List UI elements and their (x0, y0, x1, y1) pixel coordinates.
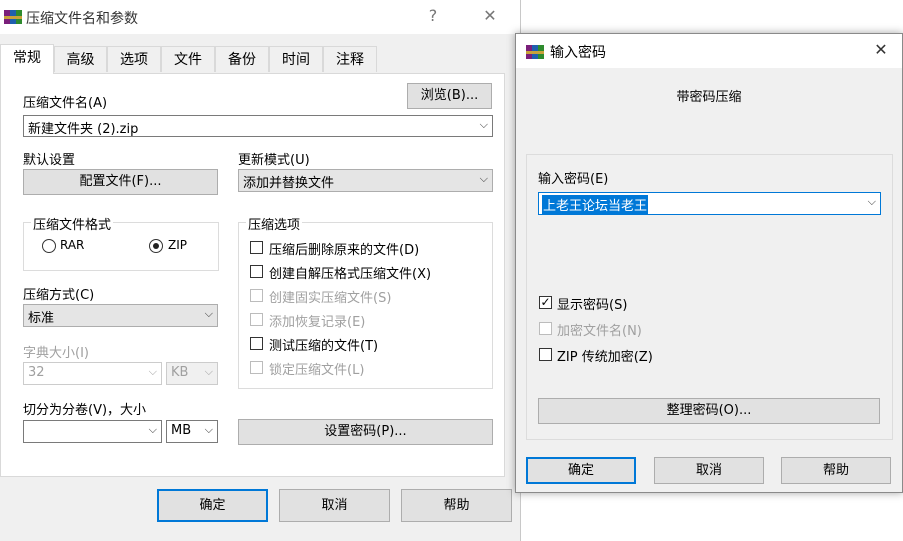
dictionary-unit-select: KB ⌵ (166, 362, 218, 385)
test-files-checkbox[interactable] (250, 337, 263, 350)
tab-files[interactable]: 文件 (161, 46, 215, 72)
chevron-down-icon[interactable]: ⌵ (149, 423, 157, 437)
recovery-record-checkbox (250, 313, 263, 326)
update-mode-value: 添加并替换文件 (243, 176, 335, 191)
archive-settings-dialog: 压缩文件名和参数 ? ✕ 常规 高级 选项 文件 备份 时间 注释 压缩文件名(… (0, 0, 521, 541)
chevron-down-icon: ⌵ (148, 365, 157, 378)
update-mode-select[interactable]: 添加并替换文件 ⌵ (238, 169, 493, 192)
password-cancel-button[interactable]: 取消 (654, 457, 764, 484)
password-input[interactable]: 上老王论坛当老王 ⌵ (538, 192, 881, 215)
main-dialog-title: 压缩文件名和参数 (26, 11, 138, 27)
tab-backup[interactable]: 备份 (215, 46, 269, 72)
radio-selected-dot (153, 243, 159, 249)
solid-archive-label: 创建固实压缩文件(S) (269, 291, 392, 306)
organize-passwords-button[interactable]: 整理密码(O)... (538, 398, 880, 424)
chevron-down-icon[interactable]: ⌵ (480, 118, 488, 132)
chevron-down-icon[interactable]: ⌵ (205, 307, 213, 321)
password-panel: 输入密码(E) 上老王论坛当老王 ⌵ ✓ 显示密码(S) 加密文件名(N) ZI… (526, 154, 893, 440)
ok-button[interactable]: 确定 (157, 489, 268, 522)
checkmark-icon: ✓ (540, 295, 551, 309)
password-label: 输入密码(E) (538, 172, 609, 187)
solid-archive-checkbox (250, 289, 263, 302)
show-password-label: 显示密码(S) (557, 298, 628, 313)
default-settings-label: 默认设置 (23, 153, 76, 168)
tab-advanced[interactable]: 高级 (54, 46, 107, 72)
format-rar-label: RAR (60, 238, 85, 252)
encrypt-filenames-label: 加密文件名(N) (557, 324, 642, 339)
help-button[interactable]: 帮助 (401, 489, 512, 522)
split-volumes-label: 切分为分卷(V)，大小 (23, 403, 147, 418)
tab-time[interactable]: 时间 (269, 46, 323, 72)
chevron-down-icon[interactable]: ⌵ (205, 423, 213, 437)
close-icon[interactable]: ✕ (475, 4, 505, 28)
general-tab-page: 压缩文件名(A) 浏览(B)... 新建文件夹 (2).zip ⌵ 默认设置 配… (0, 73, 505, 477)
dictionary-unit-value: KB (171, 365, 189, 380)
chevron-down-icon[interactable]: ⌵ (480, 172, 488, 186)
create-sfx-checkbox[interactable] (250, 265, 263, 278)
tab-options[interactable]: 选项 (107, 46, 161, 72)
archive-name-combo[interactable]: 新建文件夹 (2).zip ⌵ (23, 115, 493, 137)
enter-password-dialog: 输入密码 ✕ 带密码压缩 输入密码(E) 上老王论坛当老王 ⌵ ✓ 显示密码(S… (515, 33, 903, 493)
password-subtitle: 带密码压缩 (676, 90, 742, 105)
compression-method-value: 标准 (28, 311, 55, 326)
format-zip-label: ZIP (168, 238, 187, 252)
format-rar-radio[interactable] (42, 239, 56, 253)
password-ok-button[interactable]: 确定 (526, 457, 636, 484)
archive-format-label: 压缩文件格式 (31, 214, 114, 233)
format-zip-radio[interactable] (149, 239, 163, 253)
browse-button[interactable]: 浏览(B)... (407, 83, 492, 109)
archive-name-label: 压缩文件名(A) (23, 96, 108, 111)
compression-method-label: 压缩方式(C) (23, 288, 95, 303)
show-password-checkbox[interactable]: ✓ (539, 296, 552, 309)
encrypt-filenames-checkbox (539, 322, 552, 335)
cancel-button[interactable]: 取消 (279, 489, 390, 522)
password-help-button[interactable]: 帮助 (781, 457, 891, 484)
password-titlebar: 输入密码 ✕ (516, 34, 902, 68)
dictionary-size-label: 字典大小(I) (23, 346, 89, 361)
compression-method-select[interactable]: 标准 ⌵ (23, 304, 218, 327)
set-password-button[interactable]: 设置密码(P)... (238, 419, 493, 445)
winrar-app-icon (4, 8, 22, 24)
tab-general[interactable]: 常规 (0, 44, 54, 74)
test-files-label: 测试压缩的文件(T) (269, 339, 379, 354)
password-dialog-title: 输入密码 (550, 45, 606, 61)
tab-comment[interactable]: 注释 (323, 46, 377, 72)
split-unit-select[interactable]: MB ⌵ (166, 420, 218, 443)
chevron-down-icon[interactable]: ⌵ (868, 195, 876, 209)
main-titlebar: 压缩文件名和参数 ? ✕ (0, 0, 520, 34)
delete-after-label: 压缩后删除原来的文件(D) (269, 243, 420, 258)
dictionary-size-combo: 32 ⌵ (23, 362, 162, 385)
lock-archive-checkbox (250, 361, 263, 374)
archive-name-value: 新建文件夹 (2).zip (28, 122, 139, 137)
create-sfx-label: 创建自解压格式压缩文件(X) (269, 267, 432, 282)
close-icon[interactable]: ✕ (866, 38, 896, 62)
split-size-combo[interactable]: ⌵ (23, 420, 162, 443)
profiles-button[interactable]: 配置文件(F)... (23, 169, 218, 195)
zip-legacy-label: ZIP 传统加密(Z) (557, 350, 653, 365)
dictionary-size-value: 32 (28, 365, 45, 380)
recovery-record-label: 添加恢复记录(E) (269, 315, 366, 330)
compression-options-label: 压缩选项 (246, 214, 303, 233)
help-question-icon[interactable]: ? (418, 4, 448, 28)
split-unit-value: MB (171, 423, 192, 438)
chevron-down-icon: ⌵ (204, 365, 213, 378)
delete-after-checkbox[interactable] (250, 241, 263, 254)
winrar-app-icon (526, 43, 544, 59)
password-value: 上老王论坛当老王 (542, 195, 649, 214)
lock-archive-label: 锁定压缩文件(L) (269, 363, 365, 378)
update-mode-label: 更新模式(U) (238, 153, 310, 168)
zip-legacy-checkbox[interactable] (539, 348, 552, 361)
